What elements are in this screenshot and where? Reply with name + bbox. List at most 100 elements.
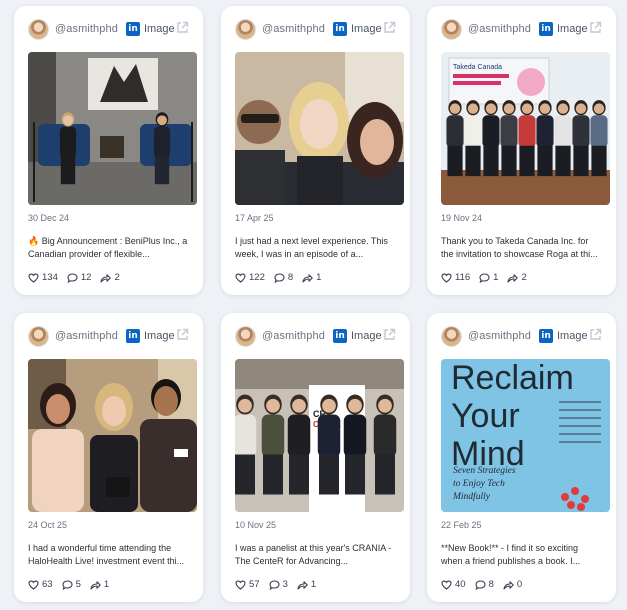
comments-count: 8 (488, 579, 494, 590)
comment-icon (62, 579, 73, 590)
post-photo-art: Takeda Canada (441, 52, 610, 205)
author-handle[interactable]: @asmithphd (55, 23, 118, 35)
comment-icon (274, 272, 285, 283)
post-stats: 122 8 1 (235, 272, 321, 283)
linkedin-icon: in (539, 22, 553, 36)
book-subtitle-line: Seven Strategies (453, 466, 516, 476)
post-image[interactable] (235, 52, 404, 205)
post-date: 24 Oct 25 (28, 520, 68, 530)
post-stats: 116 1 2 (441, 272, 527, 283)
excerpt-line: when a friend publishes a book. I... (441, 556, 581, 566)
external-link-icon[interactable] (383, 21, 396, 34)
excerpt-line: I was a panelist at this year's CRANIA - (235, 543, 392, 553)
avatar[interactable] (28, 19, 49, 40)
post-excerpt[interactable]: I had a wonderful time attending the Hal… (28, 542, 193, 568)
share-icon (302, 273, 313, 283)
book-subtitle-line: Mindfully (452, 491, 491, 502)
post-card[interactable]: @asmithphd in Image 30 Dec 24 🔥 Big Anno… (14, 6, 203, 295)
avatar[interactable] (235, 19, 256, 40)
post-stats: 134 12 2 (28, 272, 120, 283)
shares-count: 2 (521, 272, 527, 283)
post-photo-art: ReclaimYourMindSeven Strategiesto Enjoy … (441, 359, 610, 512)
comments-count: 12 (80, 272, 92, 283)
likes-count: 116 (455, 272, 471, 283)
avatar[interactable] (235, 326, 256, 347)
avatar[interactable] (441, 19, 462, 40)
post-card[interactable]: @asmithphd in Image 17 Apr 25 I just had… (221, 6, 410, 295)
author-handle[interactable]: @asmithphd (262, 23, 325, 35)
post-image[interactable]: Takeda Canada (441, 52, 610, 205)
external-link-icon[interactable] (589, 328, 602, 341)
post-photo-art: CRCONFE (235, 359, 404, 512)
post-card[interactable]: @asmithphd in Image CRCONFE 10 Nov 25 I … (221, 313, 410, 602)
author-handle[interactable]: @asmithphd (468, 23, 531, 35)
likes-stat: 57 (235, 579, 260, 590)
post-stats: 40 8 0 (441, 579, 522, 590)
avatar[interactable] (28, 326, 49, 347)
card-header: @asmithphd in Image (427, 313, 616, 359)
post-photo-art (28, 52, 197, 205)
post-image[interactable] (28, 52, 197, 205)
share-icon (503, 580, 514, 590)
book-title-line: Reclaim (451, 359, 574, 397)
heart-icon (235, 272, 246, 283)
comment-icon (475, 579, 486, 590)
post-type-label: Image (351, 330, 382, 342)
likes-stat: 134 (28, 272, 58, 283)
comment-icon (67, 272, 78, 283)
comments-stat: 3 (269, 579, 288, 590)
heart-icon (235, 579, 246, 590)
linkedin-icon: in (539, 329, 553, 343)
post-card[interactable]: @asmithphd in Image 24 Oct 25 I had a wo… (14, 313, 203, 602)
shares-stat: 1 (90, 579, 109, 590)
author-handle[interactable]: @asmithphd (262, 330, 325, 342)
author-handle[interactable]: @asmithphd (55, 330, 118, 342)
post-type-label: Image (557, 23, 588, 35)
likes-stat: 116 (441, 272, 470, 283)
card-header: @asmithphd in Image (221, 313, 410, 359)
post-card[interactable]: @asmithphd in Image Reclaim Your Mind Seven… (427, 313, 616, 602)
card-header: @asmithphd in Image (221, 6, 410, 52)
excerpt-line: week, I was in an episode of a... (235, 249, 364, 259)
post-date: 17 Apr 25 (235, 213, 274, 223)
excerpt-line: **New Book!** - I find it so exciting (441, 543, 579, 553)
heart-icon (441, 272, 452, 283)
linkedin-icon: in (333, 329, 347, 343)
excerpt-line: I had a wonderful time attending the (28, 543, 172, 553)
external-link-icon[interactable] (383, 328, 396, 341)
share-icon (297, 580, 308, 590)
avatar[interactable] (441, 326, 462, 347)
post-excerpt[interactable]: I just had a next level experience. This… (235, 235, 400, 261)
shares-stat: 0 (503, 579, 522, 590)
post-excerpt[interactable]: **New Book!** - I find it so exciting wh… (441, 542, 606, 568)
post-date: 30 Dec 24 (28, 213, 70, 223)
linkedin-icon: in (126, 22, 140, 36)
heart-icon (28, 579, 39, 590)
card-header: @asmithphd in Image (427, 6, 616, 52)
shares-count: 1 (316, 272, 322, 283)
author-handle[interactable]: @asmithphd (468, 330, 531, 342)
post-image[interactable]: CRCONFE (235, 359, 404, 512)
post-card[interactable]: @asmithphd in Image Takeda Canada 19 Nov… (427, 6, 616, 295)
post-photo-art (28, 359, 197, 512)
external-link-icon[interactable] (176, 328, 189, 341)
share-icon (507, 273, 519, 283)
external-link-icon[interactable] (589, 21, 602, 34)
post-excerpt[interactable]: 🔥 Big Announcement : BeniPlus Inc., a Ca… (28, 235, 193, 261)
likes-count: 122 (249, 272, 265, 283)
linkedin-icon: in (126, 329, 140, 343)
comment-icon (269, 579, 280, 590)
share-icon (100, 273, 112, 283)
comments-count: 8 (287, 272, 294, 283)
likes-count: 134 (42, 272, 58, 283)
post-image[interactable] (28, 359, 197, 512)
excerpt-line: the invitation to showcase Roga at thi..… (441, 249, 598, 259)
post-image[interactable]: Reclaim Your Mind Seven Strategies to Enjoy … (441, 359, 610, 512)
post-type-label: Image (351, 23, 382, 35)
post-photo-art (235, 52, 404, 205)
heart-icon (28, 272, 39, 283)
post-excerpt[interactable]: I was a panelist at this year's CRANIA -… (235, 542, 400, 568)
post-excerpt[interactable]: Thank you to Takeda Canada Inc. for the … (441, 235, 606, 261)
comments-count: 5 (75, 579, 81, 590)
external-link-icon[interactable] (176, 21, 189, 34)
